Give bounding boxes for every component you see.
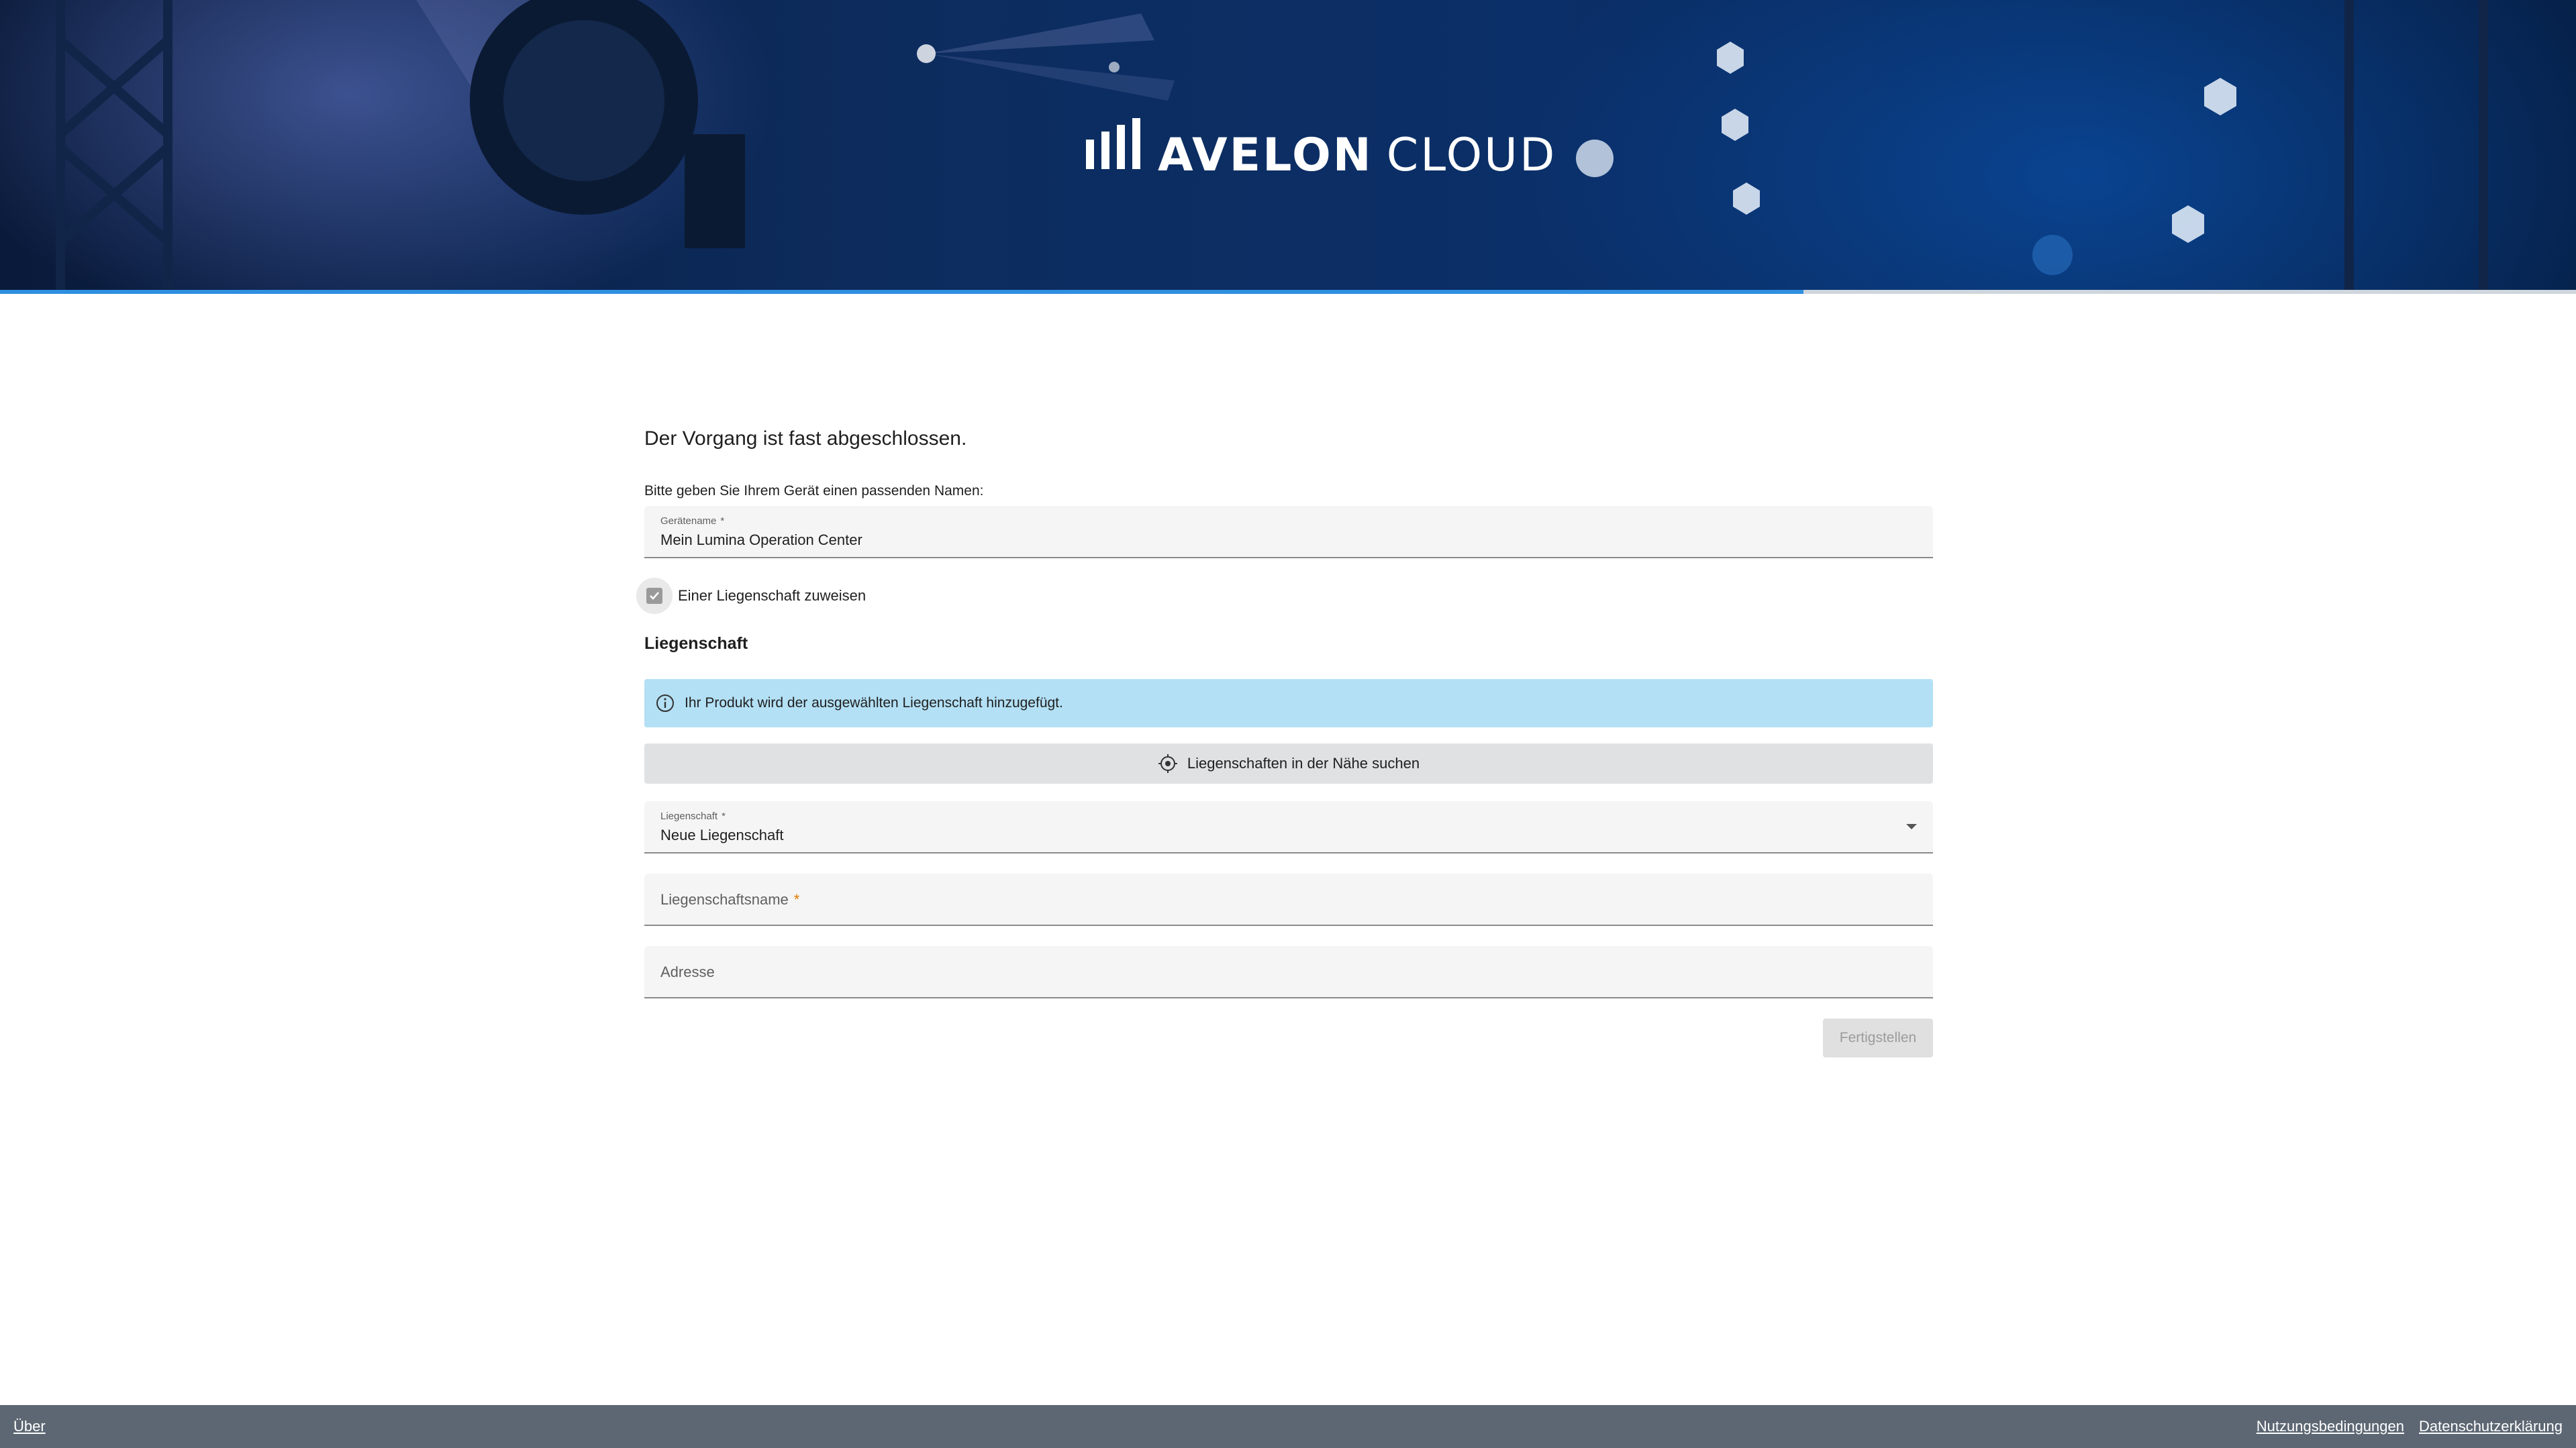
property-name-label: Liegenschaftsname *	[660, 891, 800, 908]
info-icon	[656, 694, 674, 712]
finish-button[interactable]: Fertigstellen	[1823, 1019, 1933, 1057]
setup-form: Der Vorgang ist fast abgeschlossen. Bitt…	[636, 403, 1933, 1057]
assign-property-label[interactable]: Einer Liegenschaft zuweisen	[678, 587, 866, 605]
property-section-title: Liegenschaft	[644, 634, 748, 653]
about-link[interactable]: Über	[13, 1418, 46, 1435]
assign-property-checkbox[interactable]	[636, 578, 673, 614]
hero-banner: AVELON CLOUD	[0, 0, 2576, 290]
property-select[interactable]: Liegenschaft * Neue Liegenschaft	[644, 801, 1933, 854]
checkmark-icon	[646, 588, 662, 604]
search-nearby-properties-button[interactable]: Liegenschaften in der Nähe suchen	[644, 743, 1933, 784]
page-title: Der Vorgang ist fast abgeschlossen.	[644, 427, 967, 450]
form-actions: Fertigstellen	[644, 1019, 1933, 1057]
device-name-label: Gerätename *	[660, 515, 725, 527]
chevron-down-icon[interactable]	[1906, 824, 1917, 829]
logo-text-light: CLOUD	[1386, 129, 1557, 182]
address-field[interactable]: Adresse	[644, 946, 1933, 998]
device-name-field[interactable]: Gerätename * Mein Lumina Operation Center	[644, 506, 1933, 558]
instruction-text: Bitte geben Sie Ihrem Gerät einen passen…	[644, 483, 984, 499]
privacy-link[interactable]: Datenschutzerklärung	[2419, 1418, 2563, 1435]
logo-text-bold: AVELON	[1158, 129, 1373, 182]
progress-bar-fill	[0, 290, 1803, 294]
search-nearby-label: Liegenschaften in der Nähe suchen	[1187, 755, 1420, 772]
device-name-input[interactable]: Mein Lumina Operation Center	[660, 531, 862, 549]
assign-property-checkbox-row[interactable]: Einer Liegenschaft zuweisen	[636, 576, 1933, 616]
property-name-field[interactable]: Liegenschaftsname *	[644, 874, 1933, 926]
footer: Über Nutzungsbedingungen Datenschutzerkl…	[0, 1405, 2576, 1448]
avelon-cloud-logo: AVELON CLOUD	[1086, 118, 1556, 178]
info-banner-text: Ihr Produkt wird der ausgewählten Liegen…	[685, 695, 1063, 711]
terms-link[interactable]: Nutzungsbedingungen	[2257, 1418, 2404, 1435]
location-target-icon	[1158, 754, 1177, 773]
info-banner: Ihr Produkt wird der ausgewählten Liegen…	[644, 679, 1933, 727]
logo-bars-icon	[1086, 118, 1140, 169]
logo-wordmark: AVELON CLOUD	[1158, 133, 1556, 178]
property-select-value[interactable]: Neue Liegenschaft	[660, 827, 783, 844]
property-select-label: Liegenschaft *	[660, 811, 726, 822]
footer-links: Nutzungsbedingungen Datenschutzerklärung	[2257, 1418, 2563, 1435]
address-label: Adresse	[660, 964, 715, 980]
progress-bar	[0, 290, 2576, 294]
